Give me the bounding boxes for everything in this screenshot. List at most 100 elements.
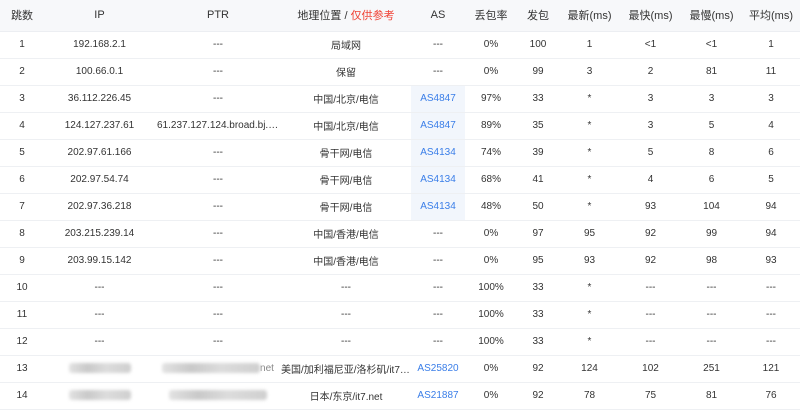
cell-worst: 251 <box>681 355 742 383</box>
header-sent[interactable]: 发包 <box>517 0 559 32</box>
cell-avg: 76 <box>742 382 800 410</box>
cell-as: --- <box>411 31 465 59</box>
cell-geo: 骨干网/电信 <box>281 139 411 167</box>
cell-loss: 0% <box>465 220 517 248</box>
cell-best: --- <box>620 301 681 329</box>
cell-ip: 202.97.54.74 <box>44 166 155 194</box>
header-geo[interactable]: 地理位置 / 仅供参考 <box>281 0 411 32</box>
cell-hop: 12 <box>0 328 44 356</box>
cell-best: 75 <box>620 382 681 410</box>
table-row[interactable]: 12 --- --- --- --- 100% 33 * --- --- --- <box>0 328 800 356</box>
cell-avg: 93 <box>742 247 800 275</box>
cell-best: 4 <box>620 166 681 194</box>
table-row[interactable]: 5 202.97.61.166 --- 骨干网/电信 AS4134 74% 39 * 5 8 6 <box>0 139 800 167</box>
cell-geo: 中国/北京/电信 <box>281 112 411 140</box>
cell-ptr: --- <box>155 31 281 59</box>
header-avg[interactable]: 平均(ms) <box>742 0 800 32</box>
cell-hop: 3 <box>0 85 44 113</box>
cell-last: * <box>559 274 620 302</box>
cell-geo: --- <box>281 328 411 356</box>
redacted-ip <box>68 363 131 374</box>
cell-worst: 6 <box>681 166 742 194</box>
cell-hop: 9 <box>0 247 44 275</box>
table-row[interactable]: 8 203.215.239.14 --- 中国/香港/电信 --- 0% 97 95 92 99 9… <box>0 220 800 248</box>
cell-loss: 100% <box>465 274 517 302</box>
cell-ptr: --- <box>155 166 281 194</box>
cell-as: AS4134 <box>411 166 465 194</box>
table-row[interactable]: 6 202.97.54.74 --- 骨干网/电信 AS4134 68% 41 * 4 6 5 <box>0 166 800 194</box>
cell-geo: 保留 <box>281 58 411 86</box>
cell-ip: 100.66.0.1 <box>44 58 155 86</box>
cell-last: * <box>559 328 620 356</box>
cell-geo: 日本/东京/it7.net <box>281 382 411 410</box>
cell-ip: 203.99.15.142 <box>44 247 155 275</box>
table-body: 1 192.168.2.1 --- 局域网 --- 0% 100 1 <1 <1 1 2 100.66.… <box>0 31 800 410</box>
as-link[interactable]: AS4847 <box>420 120 456 131</box>
as-link[interactable]: AS25820 <box>417 363 458 374</box>
table-row[interactable]: 10 --- --- --- --- 100% 33 * --- --- --- <box>0 274 800 302</box>
cell-last: 95 <box>559 220 620 248</box>
table-row[interactable]: 13 net 美国/加利福尼亚/洛杉矶/it7.net AS25820 0% 92 124 1… <box>0 355 800 383</box>
cell-ip: 124.127.237.61 <box>44 112 155 140</box>
cell-worst: --- <box>681 301 742 329</box>
cell-as: AS25820 <box>411 355 465 383</box>
cell-geo: 骨干网/电信 <box>281 166 411 194</box>
cell-ip: 36.112.226.45 <box>44 85 155 113</box>
header-best[interactable]: 最快(ms) <box>620 0 681 32</box>
table-row[interactable]: 3 36.112.226.45 --- 中国/北京/电信 AS4847 97% 33 * 3 3 3 <box>0 85 800 113</box>
table-row[interactable]: 11 --- --- --- --- 100% 33 * --- --- --- <box>0 301 800 329</box>
as-link[interactable]: AS4134 <box>420 147 456 158</box>
as-link[interactable]: AS21887 <box>417 390 458 401</box>
table-row[interactable]: 1 192.168.2.1 --- 局域网 --- 0% 100 1 <1 <1 1 <box>0 31 800 59</box>
as-link[interactable]: AS4134 <box>420 174 456 185</box>
cell-geo: 中国/北京/电信 <box>281 85 411 113</box>
cell-hop: 7 <box>0 193 44 221</box>
cell-sent: 33 <box>517 274 559 302</box>
table-row[interactable]: 4 124.127.237.61 61.237.127.124.broad.bj.b… <box>0 112 800 140</box>
as-link[interactable]: AS4134 <box>420 201 456 212</box>
cell-as: AS4847 <box>411 85 465 113</box>
cell-as: --- <box>411 274 465 302</box>
table-row[interactable]: 14 日本/东京/it7.net AS21887 0% 92 78 75 81 76 <box>0 382 800 410</box>
cell-worst: 8 <box>681 139 742 167</box>
cell-avg: 94 <box>742 193 800 221</box>
header-loss[interactable]: 丢包率 <box>465 0 517 32</box>
cell-avg: 4 <box>742 112 800 140</box>
cell-hop: 11 <box>0 301 44 329</box>
cell-best: --- <box>620 274 681 302</box>
table-row[interactable]: 7 202.97.36.218 --- 骨干网/电信 AS4134 48% 50 * 93 104… <box>0 193 800 221</box>
header-worst[interactable]: 最慢(ms) <box>681 0 742 32</box>
header-as[interactable]: AS <box>411 0 465 32</box>
cell-worst: 99 <box>681 220 742 248</box>
header-last[interactable]: 最新(ms) <box>559 0 620 32</box>
table-row[interactable]: 9 203.99.15.142 --- 中国/香港/电信 --- 0% 95 93 92 98 93 <box>0 247 800 275</box>
cell-ptr: --- <box>155 139 281 167</box>
cell-sent: 95 <box>517 247 559 275</box>
cell-loss: 68% <box>465 166 517 194</box>
cell-last: 124 <box>559 355 620 383</box>
cell-hop: 6 <box>0 166 44 194</box>
as-link[interactable]: AS4847 <box>420 93 456 104</box>
cell-worst: 104 <box>681 193 742 221</box>
cell-worst: --- <box>681 274 742 302</box>
header-hop[interactable]: 跳数 <box>0 0 44 32</box>
cell-geo: --- <box>281 274 411 302</box>
cell-as: AS4134 <box>411 139 465 167</box>
cell-as: --- <box>411 301 465 329</box>
header-ptr[interactable]: PTR <box>155 0 281 32</box>
cell-geo: 中国/香港/电信 <box>281 220 411 248</box>
cell-avg: --- <box>742 301 800 329</box>
table-row[interactable]: 2 100.66.0.1 --- 保留 --- 0% 99 3 2 81 11 <box>0 58 800 86</box>
cell-loss: 100% <box>465 328 517 356</box>
cell-ptr: net <box>155 355 281 383</box>
header-ip[interactable]: IP <box>44 0 155 32</box>
cell-geo: 美国/加利福尼亚/洛杉矶/it7.net <box>281 355 411 383</box>
cell-loss: 48% <box>465 193 517 221</box>
cell-sent: 92 <box>517 382 559 410</box>
cell-avg: 94 <box>742 220 800 248</box>
cell-avg: 6 <box>742 139 800 167</box>
cell-ptr: --- <box>155 247 281 275</box>
cell-ip: 192.168.2.1 <box>44 31 155 59</box>
header-geo-label: 地理位置 <box>297 10 342 23</box>
cell-loss: 89% <box>465 112 517 140</box>
